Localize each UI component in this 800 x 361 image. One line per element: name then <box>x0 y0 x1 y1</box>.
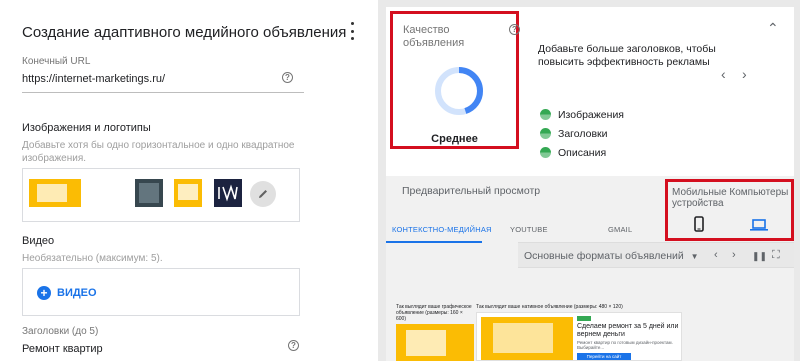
check-item: Изображения <box>540 105 624 124</box>
screen: Создание адаптивного медийного объявлени… <box>0 0 800 361</box>
final-url-input[interactable]: https://internet-marketings.ru/ <box>22 73 165 85</box>
image-thumb-1[interactable] <box>29 179 81 207</box>
images-hint: Добавьте хотя бы одно горизонтальное и о… <box>22 140 295 164</box>
add-video-label: ВИДЕО <box>57 287 97 299</box>
format-toolbar: Основные форматы объявлений ▼ ‹ › ❚❚ ⛶ <box>518 242 794 268</box>
quality-title: Качество объявления <box>403 24 465 49</box>
quality-level: Среднее <box>431 133 478 145</box>
preview-tabs: КОНТЕКСТНО-МЕДИЙНАЯ YOUTUBE GMAIL <box>386 218 666 243</box>
ad-preview-graphic[interactable]: Так выглядит ваше графическое объявление… <box>396 304 474 361</box>
pause-icon[interactable]: ❚❚ <box>752 250 767 262</box>
tab-youtube[interactable]: YOUTUBE <box>510 225 548 234</box>
editor-title: Создание адаптивного медийного объявлени… <box>22 24 347 41</box>
ad-preview-native[interactable]: Так выглядит ваше нативное объявление (р… <box>476 304 682 361</box>
check-item: Описания <box>540 143 624 162</box>
device-toggle-highlight: Мобильные Компьютеры устройства <box>665 179 794 241</box>
active-tab-indicator <box>386 241 482 243</box>
tab-display[interactable]: КОНТЕКСТНО-МЕДИЙНАЯ <box>392 225 492 234</box>
tab-gmail[interactable]: GMAIL <box>608 225 632 234</box>
device-label: Мобильные Компьютеры устройства <box>672 187 789 209</box>
ad1-image <box>396 324 474 361</box>
preview-panel: Предварительный просмотр Мобильные Компь… <box>386 176 794 361</box>
video-hint: Необязательно (максимум: 5). <box>22 253 163 264</box>
status-dot-icon <box>540 109 551 120</box>
ad2-image <box>481 317 573 360</box>
prev-chevron-icon[interactable]: ‹ <box>721 67 726 81</box>
edit-icon[interactable] <box>250 181 276 207</box>
next-chevron-icon[interactable]: › <box>742 67 747 81</box>
video-box: + ВИДЕО <box>22 268 300 316</box>
quality-donut <box>435 67 483 115</box>
final-url-underline <box>22 92 304 93</box>
image-thumb-3[interactable] <box>174 179 202 207</box>
quality-panel: Качество объявления ? Среднее ⌃ Добавьте… <box>386 7 794 176</box>
logo-thumb[interactable] <box>214 179 242 207</box>
status-dot-icon <box>540 128 551 139</box>
ad-editor-panel: Создание адаптивного медийного объявлени… <box>0 0 378 361</box>
next-format-icon[interactable]: › <box>732 249 736 261</box>
quality-help-icon[interactable]: ? <box>509 24 520 35</box>
images-title: Изображения и логотипы <box>22 122 151 134</box>
quality-checklist: Изображения Заголовки Описания <box>540 105 624 162</box>
ad2-headline: Сделаем ремонт за 5 дней или вернем день… <box>577 323 679 338</box>
quality-suggestion: Добавьте больше заголовков, чтобы повыси… <box>538 43 716 68</box>
ad2-body: Ремонт квартир по готовым дизайн-проекта… <box>577 340 673 350</box>
headline-help-icon[interactable]: ? <box>288 340 299 351</box>
prev-format-icon[interactable]: ‹ <box>714 249 718 261</box>
fullscreen-icon[interactable]: ⛶ <box>772 249 780 261</box>
image-thumb-2[interactable] <box>135 179 163 207</box>
final-url-help-icon[interactable]: ? <box>282 72 293 83</box>
check-item: Заголовки <box>540 124 624 143</box>
ad2-card: Сделаем ремонт за 5 дней или вернем день… <box>476 312 682 361</box>
headlines-label: Заголовки (до 5) <box>22 326 99 337</box>
ad2-cta-button[interactable]: Перейти на сайт <box>577 353 631 360</box>
plus-icon: + <box>37 286 51 300</box>
ad2-caption: Так выглядит ваше нативное объявление (р… <box>476 304 623 310</box>
more-vert-icon[interactable] <box>348 22 356 40</box>
dropdown-arrow-icon: ▼ <box>690 252 699 261</box>
ad1-caption: Так выглядит ваше графическое объявление… <box>396 304 472 322</box>
collapse-chevron-up-icon[interactable]: ⌃ <box>767 21 779 35</box>
add-video-button[interactable]: + ВИДЕО <box>37 286 97 300</box>
video-title: Видео <box>22 235 55 247</box>
headline-input[interactable]: Ремонт квартир <box>22 343 103 355</box>
preview-title: Предварительный просмотр <box>402 185 541 197</box>
mobile-phone-icon[interactable] <box>694 216 704 232</box>
desktop-laptop-icon[interactable] <box>750 219 768 231</box>
status-dot-icon <box>540 147 551 158</box>
final-url-label: Конечный URL <box>22 56 91 67</box>
format-select[interactable]: Основные форматы объявлений ▼ <box>524 250 699 262</box>
quality-highlight: Качество объявления ? Среднее <box>390 11 520 149</box>
